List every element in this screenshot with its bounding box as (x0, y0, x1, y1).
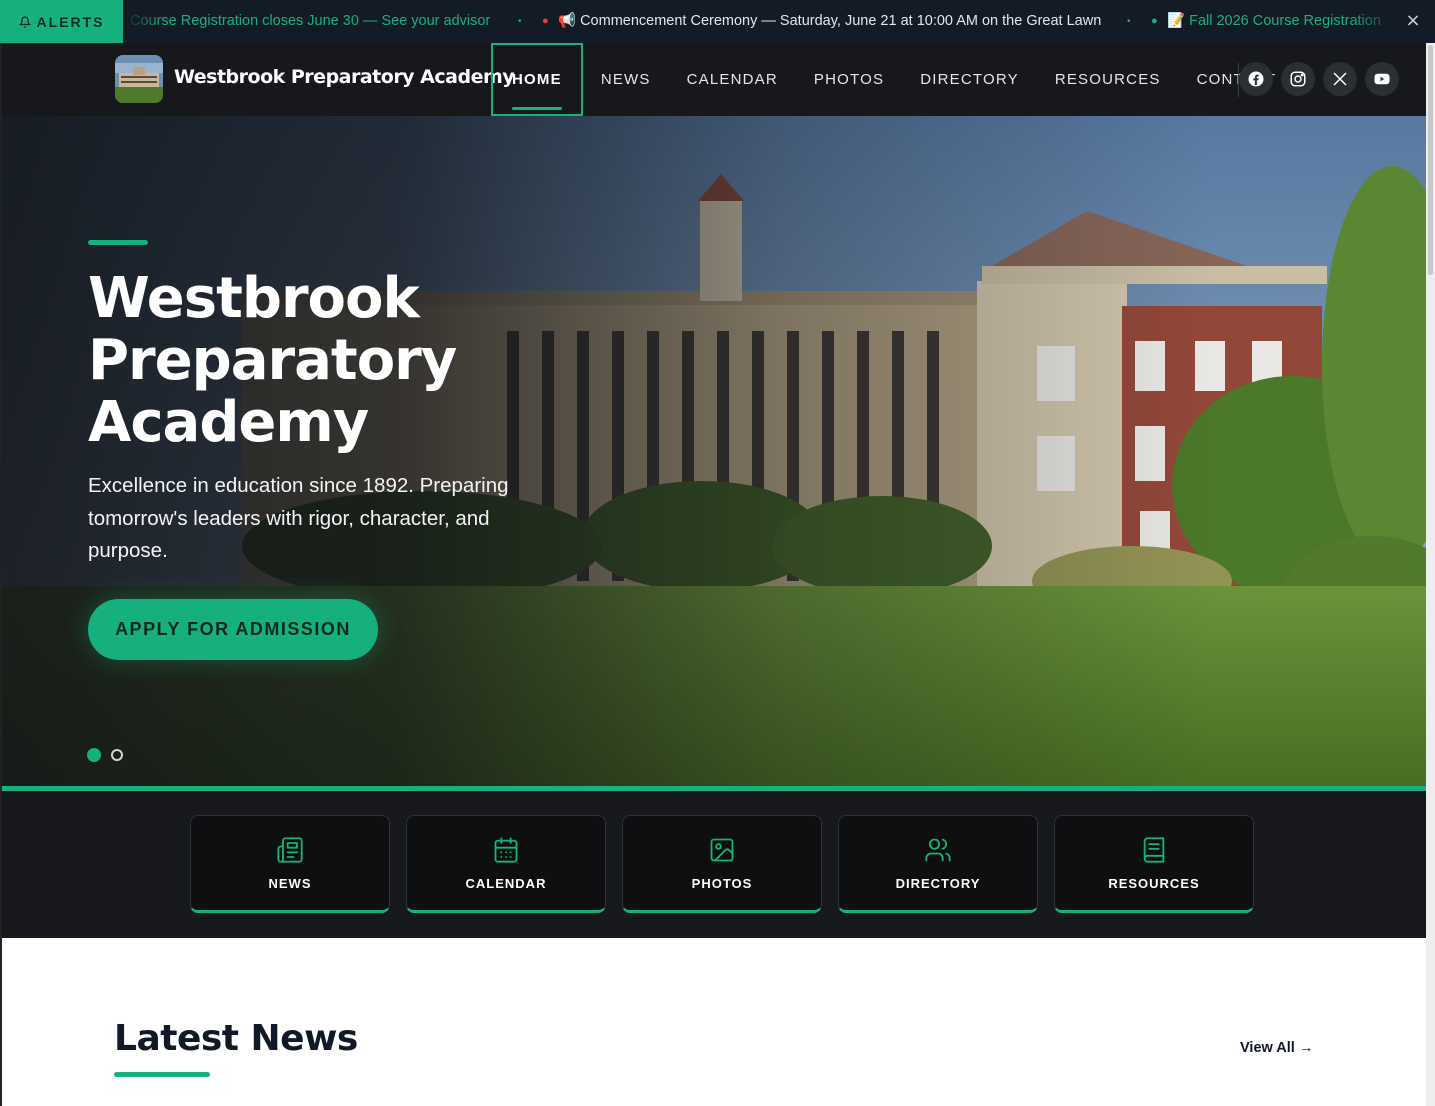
bell-icon (18, 15, 31, 28)
quick-link-calendar[interactable]: CALENDAR (406, 815, 606, 913)
alert-separator: • (518, 16, 522, 27)
alerts-label: ALERTS (0, 0, 123, 43)
social-links (1239, 62, 1399, 96)
quick-link-label: DIRECTORY (895, 875, 981, 891)
alert-separator: • (1127, 16, 1131, 27)
hero-banner: Westbrook Preparatory Academy Excellence… (2, 116, 1426, 786)
alerts-label-text: ALERTS (36, 13, 105, 30)
facebook-button[interactable] (1239, 62, 1273, 96)
hero-title: Westbrook Preparatory Academy (88, 266, 457, 455)
nav-links: HOME NEWS CALENDAR PHOTOS DIRECTORY RESO… (491, 43, 1294, 116)
alert-dot-green: ● (1151, 15, 1158, 27)
quick-link-directory[interactable]: DIRECTORY (838, 815, 1038, 913)
quick-link-label: CALENDAR (465, 875, 547, 891)
hero-subtitle: Excellence in education since 1892. Prep… (88, 474, 509, 562)
latest-news-section: Latest News View All → (2, 938, 1426, 1106)
alert-item[interactable]: 📢 Commencement Ceremony — Saturday, June… (558, 0, 1101, 43)
nav-resources[interactable]: RESOURCES (1037, 43, 1179, 116)
apply-for-admission-button[interactable]: APPLY FOR ADMISSION (88, 599, 378, 660)
instagram-icon (1290, 71, 1306, 87)
calendar-icon (494, 836, 518, 863)
alert-bar: Course Registration closes June 30 — See… (0, 0, 1435, 43)
ticker-fade-left (123, 0, 163, 43)
main-navbar: Westbrook Preparatory Academy HOME NEWS … (2, 43, 1426, 116)
book-icon (1143, 836, 1165, 863)
instagram-button[interactable] (1281, 62, 1315, 96)
quick-link-news[interactable]: NEWS (190, 815, 390, 913)
x-button[interactable] (1323, 62, 1357, 96)
school-name[interactable]: Westbrook Preparatory Academy (174, 66, 515, 88)
carousel-dots (87, 748, 123, 762)
quick-link-label: PHOTOS (691, 875, 753, 891)
close-icon[interactable]: × (1403, 11, 1423, 31)
newspaper-icon (277, 836, 303, 863)
section-title-underline (114, 1072, 210, 1077)
school-logo[interactable] (115, 55, 163, 103)
youtube-icon (1374, 73, 1390, 85)
x-icon (1333, 72, 1347, 86)
section-title: Latest News (114, 1018, 358, 1059)
ticker-fade-right (1351, 0, 1401, 43)
school-thumbnail-icon (115, 55, 163, 103)
nav-news[interactable]: NEWS (583, 43, 669, 116)
image-icon (710, 838, 734, 861)
quick-link-resources[interactable]: RESOURCES (1054, 815, 1254, 913)
page-scrollbar[interactable] (1426, 43, 1435, 1106)
hero-accent-bar (88, 240, 148, 245)
nav-directory[interactable]: DIRECTORY (902, 43, 1037, 116)
alert-ticker: Course Registration closes June 30 — See… (123, 0, 1401, 43)
scrollbar-thumb[interactable] (1428, 45, 1433, 275)
quick-link-label: NEWS (268, 875, 312, 891)
nav-calendar[interactable]: CALENDAR (669, 43, 796, 116)
quick-links-section: NEWS CALENDAR PHOTOS DIRECTORY RESOURCES (2, 791, 1426, 938)
carousel-dot-2[interactable] (111, 749, 123, 761)
carousel-dot-1[interactable] (87, 748, 101, 762)
youtube-button[interactable] (1365, 62, 1399, 96)
nav-home[interactable]: HOME (491, 43, 583, 116)
quick-link-photos[interactable]: PHOTOS (622, 815, 822, 913)
facebook-icon (1248, 71, 1264, 87)
alert-item[interactable]: 📝 Fall 2026 Course Registration (1167, 0, 1381, 43)
alert-dot-red: ● (542, 15, 549, 27)
quick-link-label: RESOURCES (1108, 875, 1200, 891)
view-all-link[interactable]: View All → (1240, 1040, 1313, 1056)
users-icon (925, 838, 951, 861)
nav-photos[interactable]: PHOTOS (796, 43, 902, 116)
alert-item[interactable]: Course Registration closes June 30 — See… (130, 0, 490, 43)
